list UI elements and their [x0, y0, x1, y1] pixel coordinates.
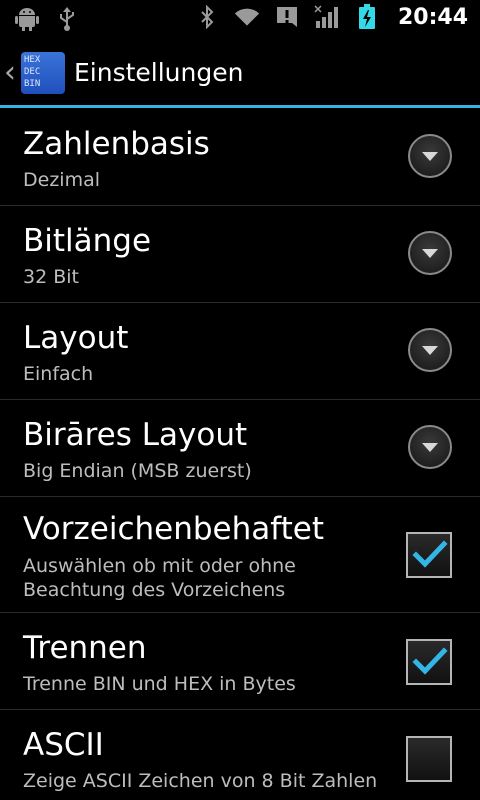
action-bar: ‹ HEX DEC BIN Einstellungen [0, 38, 480, 108]
status-clock: 20:44 [397, 4, 468, 30]
dropdown-arrow-icon[interactable] [408, 328, 452, 372]
pref-title: ASCII [23, 727, 104, 763]
pref-zahlenbasis[interactable]: Zahlenbasis Dezimal [0, 108, 480, 206]
battery-charging-icon [354, 4, 380, 30]
pref-title: Bitlänge [23, 223, 152, 259]
dropdown-arrow-icon[interactable] [408, 134, 452, 178]
pref-vorzeichenbehaftet[interactable]: Vorzeichenbehaftet Auswählen ob mit oder… [0, 497, 480, 613]
pref-summary: Trenne BIN und HEX in Bytes [23, 673, 296, 695]
status-bar: 20:44 [0, 0, 480, 38]
pref-title: Birāres Layout [23, 417, 248, 453]
chevron-left-icon[interactable]: ‹ [4, 56, 16, 90]
pref-summary: Zeige ASCII Zeichen von 8 Bit Zahlen [23, 770, 378, 792]
pref-summary-line2: Beachtung des Vorzeichens [23, 579, 286, 601]
wifi-icon [234, 4, 260, 30]
pref-summary-line1: Auswählen ob mit oder ohne [23, 555, 296, 577]
pref-ascii[interactable]: ASCII Zeige ASCII Zeichen von 8 Bit Zahl… [0, 710, 480, 800]
usb-icon [54, 6, 80, 32]
app-icon-line-hex: HEX [24, 55, 41, 65]
pref-summary: Einfach [23, 363, 94, 385]
pref-title: Vorzeichenbehaftet [23, 511, 325, 547]
pref-title: Zahlenbasis [23, 126, 210, 162]
checkmark-icon [412, 540, 448, 568]
pref-layout[interactable]: Layout Einfach [0, 303, 480, 400]
dropdown-arrow-icon[interactable] [408, 425, 452, 469]
pref-bitlaenge[interactable]: Bitlänge 32 Bit [0, 206, 480, 303]
checkbox-checked[interactable] [406, 532, 452, 578]
app-icon-line-bin: BIN [24, 79, 41, 89]
pref-summary: Big Endian (MSB zuerst) [23, 460, 252, 482]
checkbox-unchecked[interactable] [406, 736, 452, 782]
app-icon-line-dec: DEC [24, 67, 41, 77]
pref-summary: 32 Bit [23, 266, 79, 288]
android-icon [14, 6, 40, 32]
checkmark-icon [412, 647, 448, 675]
signal-icon [314, 4, 340, 30]
pref-title: Trennen [23, 630, 147, 666]
bluetooth-icon [194, 4, 220, 30]
pref-binaeres-layout[interactable]: Birāres Layout Big Endian (MSB zuerst) [0, 400, 480, 497]
pref-title: Layout [23, 320, 129, 356]
alert-icon [274, 4, 300, 30]
checkbox-checked[interactable] [406, 639, 452, 685]
page-title: Einstellungen [74, 58, 244, 87]
app-icon[interactable]: HEX DEC BIN [21, 52, 65, 94]
pref-summary: Dezimal [23, 169, 101, 191]
pref-trennen[interactable]: Trennen Trenne BIN und HEX in Bytes [0, 613, 480, 710]
dropdown-arrow-icon[interactable] [408, 231, 452, 275]
